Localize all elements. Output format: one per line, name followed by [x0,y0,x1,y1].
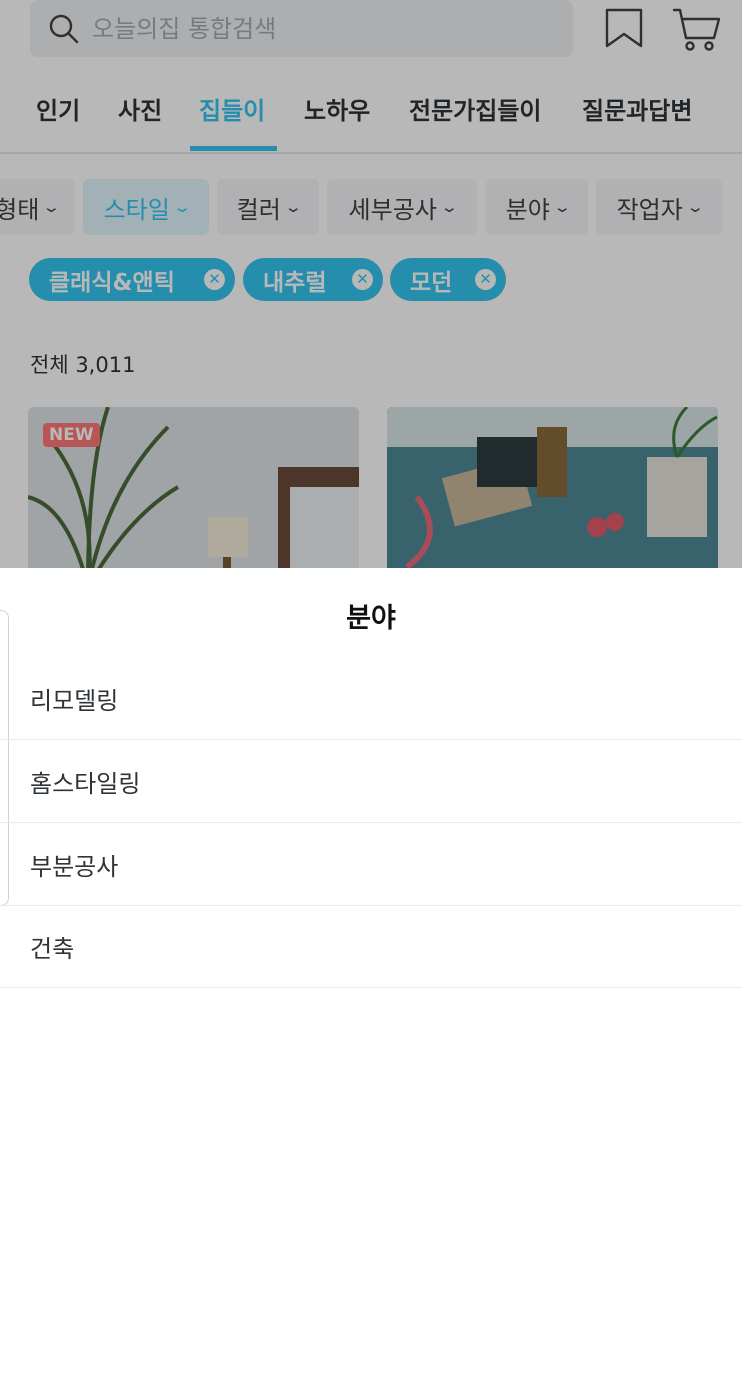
option-partial-construction[interactable]: 부분공사 [0,824,742,906]
option-remodeling[interactable]: 리모델링 [0,658,742,740]
dim-overlay[interactable] [0,0,742,568]
page: 인기 사진 집들이 노하우 전문가집들이 질문과답변 형태⌄ 스타일⌄ 컬러⌄ … [0,0,742,1386]
sheet-title: 분야 [346,603,396,634]
option-home-styling[interactable]: 홈스타일링 [0,741,742,823]
option-label: 리모델링 [30,687,119,715]
option-label: 건축 [30,935,75,963]
field-bottom-sheet: 분야 리모델링 홈스타일링 부분공사 건축 [0,568,742,1386]
option-label: 부분공사 [30,853,119,881]
option-architecture[interactable]: 건축 [0,906,742,988]
option-label: 홈스타일링 [30,770,141,798]
